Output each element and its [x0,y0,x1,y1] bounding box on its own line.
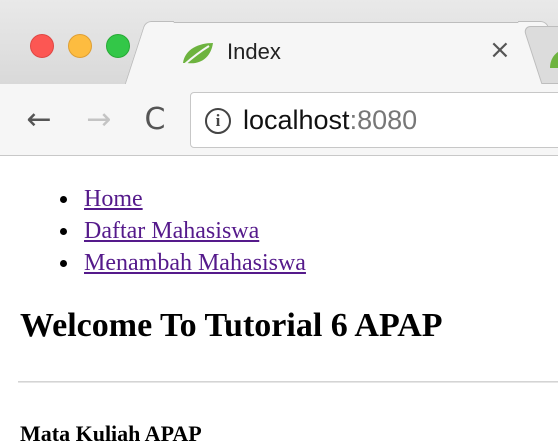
browser-titlebar: Index × [0,0,558,84]
reload-icon[interactable]: C [138,100,172,140]
browser-toolbar: ← → C i localhost:8080 [0,84,558,156]
tab-title: Index [227,39,281,64]
bullet-icon [60,196,67,203]
window-minimize-button[interactable] [68,34,92,58]
bullet-icon [60,228,67,235]
url-port: :8080 [349,105,418,135]
spring-leaf-icon [550,52,558,68]
bullet-icon [60,260,67,267]
nav-link-home[interactable]: Home [84,183,143,215]
url-host: localhost [243,105,350,135]
nav-link-menambah-mahasiswa[interactable]: Menambah Mahasiswa [84,247,306,279]
window-zoom-button[interactable] [106,34,130,58]
url-text[interactable]: localhost:8080 [243,105,417,136]
divider [18,381,558,383]
page-title: Welcome To Tutorial 6 APAP [20,307,443,344]
browser-tab-index[interactable]: Index × [150,22,542,84]
address-bar[interactable]: i localhost:8080 [190,92,558,148]
window-close-button[interactable] [30,34,54,58]
section-subtitle: Mata Kuliah APAP [20,421,202,444]
page-content: Home Daftar Mahasiswa Menambah Mahasiswa… [0,157,558,444]
info-icon[interactable]: i [205,108,231,134]
tab-close-icon[interactable]: × [489,35,511,65]
back-arrow-icon[interactable]: ← [22,100,56,140]
forward-arrow-icon[interactable]: → [82,100,116,140]
spring-leaf-icon [183,43,213,65]
nav-link-daftar-mahasiswa[interactable]: Daftar Mahasiswa [84,215,259,247]
